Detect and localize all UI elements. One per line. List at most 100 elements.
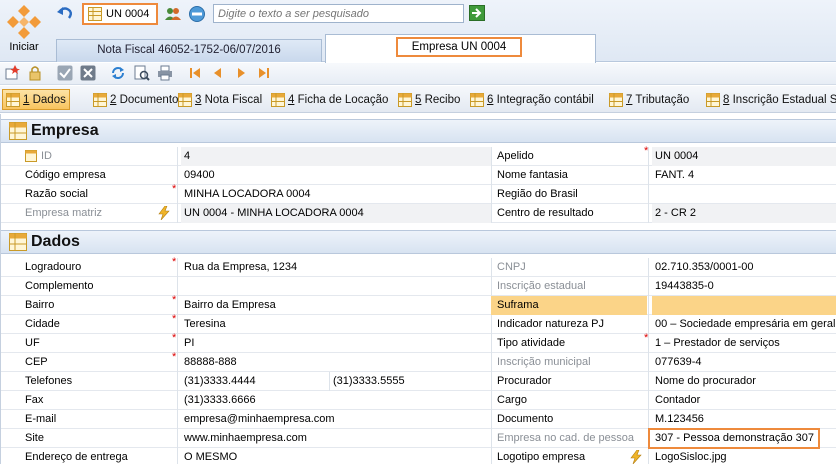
field-value[interactable]: 1 – Prestador de serviços (652, 334, 836, 353)
field-value[interactable] (652, 185, 836, 204)
field-value[interactable] (652, 296, 836, 315)
form-panel: Empresa ID 4 Apelido * UN 0004 Código empresa 0… (0, 114, 836, 464)
table-icon (271, 93, 285, 107)
field-label: Documento (497, 413, 554, 425)
section-tabs: 1 Dados 2 Documentos 3 Nota Fiscal 4 Ficha … (0, 86, 836, 113)
field-value[interactable]: FANT. 4 (652, 166, 836, 185)
field-label: Telefones (25, 375, 73, 387)
back-arrow-icon[interactable] (56, 4, 74, 22)
section-tab-5[interactable]: 5 Recibo (398, 90, 460, 110)
field-value[interactable]: (31)3333.5555 (331, 372, 491, 391)
field-value: 4 (181, 147, 491, 166)
field-value[interactable]: (31)3333.4444 (181, 372, 329, 391)
refresh-icon[interactable] (188, 5, 206, 23)
field-label: UF (25, 337, 40, 349)
field-label: Fax (25, 394, 44, 406)
section-tab-label: Inscrição Estadual ST (732, 94, 836, 106)
go-arrow-icon[interactable] (469, 5, 487, 23)
form-row: Complemento Inscrição estadual 19443835-0 (1, 277, 836, 296)
lock-icon[interactable] (27, 65, 43, 81)
form-row: UF * PI Tipo atividade * 1 – Prestador de ser… (1, 332, 836, 353)
field-value[interactable]: Bairro da Empresa (181, 296, 491, 315)
section-title: Dados (31, 233, 80, 250)
section-tab-2[interactable]: 2 Documentos (93, 90, 184, 110)
field-label: ID (41, 150, 52, 162)
tab-nota-fiscal[interactable]: Nota Fiscal 46052-1752-06/07/2016 (56, 39, 322, 62)
field-value[interactable]: MINHA LOCADORA 0004 (181, 185, 491, 204)
form-row: Telefones (31)3333.4444 (31)3333.5555 Procu… (1, 372, 836, 391)
form-row: ID 4 Apelido * UN 0004 (1, 145, 836, 166)
field-label: Código empresa (25, 169, 106, 181)
field-label: Logradouro (25, 261, 82, 273)
start-label[interactable]: Iniciar (6, 41, 42, 53)
required-marker: * (172, 256, 177, 268)
field-value[interactable]: 88888-888 (181, 353, 491, 372)
last-record-icon[interactable] (256, 65, 272, 81)
next-record-icon[interactable] (233, 65, 249, 81)
section-tab-number: 8 (723, 94, 730, 106)
search-input[interactable] (213, 4, 464, 23)
section-tab-8[interactable]: 8 Inscrição Estadual ST (706, 90, 836, 110)
refresh-icon[interactable] (110, 65, 126, 81)
preview-icon[interactable] (134, 65, 150, 81)
field-label: E-mail (25, 413, 57, 425)
field-value[interactable]: 00 – Sociedade empresária em geral (652, 315, 836, 334)
first-record-icon[interactable] (187, 65, 203, 81)
section-tab-label: Integração contábil (496, 94, 594, 106)
field-value: UN 0004 - MINHA LOCADORA 0004 (181, 204, 491, 223)
form-row: Endereço de entrega O MESMO Logotipo empre… (1, 448, 836, 464)
field-value[interactable]: 09400 (181, 166, 491, 185)
field-value[interactable]: Contador (652, 391, 836, 410)
print-icon[interactable] (157, 65, 173, 81)
form-row: Bairro * Bairro da Empresa Suframa (1, 294, 836, 315)
previous-record-icon[interactable] (210, 65, 226, 81)
logo-icon[interactable] (4, 3, 44, 43)
field-value[interactable]: (31)3333.6666 (181, 391, 491, 410)
table-icon (470, 93, 484, 107)
required-marker: * (172, 313, 177, 325)
required-marker: * (172, 294, 177, 306)
cancel-icon[interactable] (80, 65, 96, 81)
key-table-icon (25, 150, 37, 162)
section-tab-7[interactable]: 7 Tributação (609, 90, 689, 110)
field-value[interactable] (181, 277, 491, 296)
table-icon (6, 92, 20, 107)
field-value[interactable]: Rua da Empresa, 1234 (181, 258, 491, 277)
company-unit-button[interactable]: UN 0004 (82, 3, 158, 25)
field-value[interactable]: Teresina (181, 315, 491, 334)
users-icon[interactable] (164, 5, 182, 23)
table-icon (88, 7, 102, 21)
section-tab-number: 6 (487, 94, 494, 106)
form-row: Código empresa 09400 Nome fantasia FANT. 4 (1, 166, 836, 185)
section-tab-1[interactable]: 1 Dados (2, 89, 70, 110)
field-value[interactable]: Nome do procurador (652, 372, 836, 391)
field-value[interactable]: empresa@minhaempresa.com (181, 410, 491, 429)
lightning-icon[interactable] (158, 206, 170, 220)
highlight-box (648, 428, 820, 449)
new-record-icon[interactable] (4, 65, 20, 81)
form-row: Logradouro * Rua da Empresa, 1234 CNPJ 02.71… (1, 256, 836, 277)
form-row: CEP * 88888-888 Inscrição municipal 077639-4 (1, 351, 836, 372)
section-title: Empresa (31, 122, 99, 139)
field-value[interactable]: LogoSisloc.jpg (652, 448, 836, 464)
confirm-icon[interactable] (57, 65, 73, 81)
field-value[interactable]: 2 - CR 2 (652, 204, 836, 223)
field-label: Apelido (497, 150, 534, 162)
section-tab-label: Ficha de Locação (297, 94, 389, 106)
lightning-icon[interactable] (630, 450, 642, 464)
section-tab-4[interactable]: 4 Ficha de Locação (271, 90, 388, 110)
table-icon (9, 233, 27, 251)
section-tab-6[interactable]: 6 Integração contábil (470, 90, 594, 110)
field-value[interactable]: M.123456 (652, 410, 836, 429)
section-tab-number: 1 (23, 93, 30, 106)
section-tab-3[interactable]: 3 Nota Fiscal (178, 90, 262, 110)
field-value[interactable]: O MESMO (181, 448, 491, 464)
tab-empresa[interactable]: Empresa UN 0004 (325, 34, 596, 63)
field-label: Endereço de entrega (25, 451, 128, 463)
field-value[interactable]: UN 0004 (652, 147, 836, 166)
required-marker: * (172, 351, 177, 363)
field-value[interactable]: www.minhaempresa.com (181, 429, 491, 448)
field-value[interactable]: PI (181, 334, 491, 353)
table-icon (398, 93, 412, 107)
section-tab-number: 5 (415, 94, 422, 106)
